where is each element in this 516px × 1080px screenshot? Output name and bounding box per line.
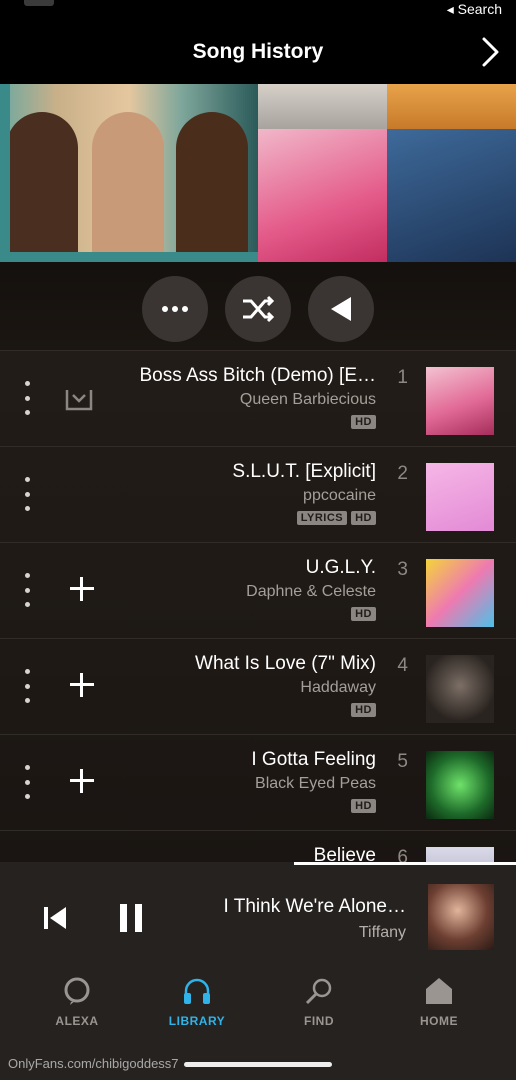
track-artist: Haddaway [300,679,376,696]
album-art-grid [258,84,516,262]
track-title: Believe [313,845,376,862]
artwork-collage [0,84,516,262]
track-number: 4 [397,655,408,676]
track-badges: LYRICS HD [296,511,376,525]
bottom-nav: HOME FIND LIBRARY ALEXA [0,976,516,1056]
shuffle-icon [243,295,275,323]
track-number: 1 [397,367,408,388]
hd-badge: HD [351,511,376,525]
track-title: I Gotta Feeling [251,749,376,770]
track-number: 6 [397,847,408,862]
album-art-tile [387,84,516,129]
track-artist: Queen Barbiecious [239,391,376,408]
list-item[interactable]: 5 I Gotta Feeling Black Eyed Peas HD [0,734,516,830]
list-item[interactable]: 3 U.G.L.Y. Daphne & Celeste HD [0,542,516,638]
lyrics-badge: LYRICS [296,511,348,525]
album-art-tile [387,129,516,262]
alexa-icon [64,977,90,1005]
play-button[interactable] [308,276,374,342]
list-item[interactable]: 1 Boss Ass Bitch (Demo) [E… Queen Barbie… [0,350,516,446]
playback-progress-bar [294,862,516,865]
album-art-tile [258,84,387,129]
track-badges: HD [351,607,376,621]
album-art-large [0,84,258,262]
album-art-tile [258,129,387,262]
track-number: 2 [397,463,408,484]
track-thumbnail [426,463,494,531]
nav-label: ALEXA [55,1014,99,1028]
previous-track-icon[interactable] [42,904,68,932]
add-to-library-button[interactable] [68,671,96,699]
track-menu-button[interactable] [20,381,34,415]
nav-item-library[interactable]: LIBRARY [152,976,242,1056]
now-playing-artist: Tiffany [358,924,406,941]
playback-controls [0,262,516,350]
ellipsis-icon [162,306,188,312]
track-title: U.G.L.Y. [305,557,376,578]
list-item[interactable]: 4 What Is Love (7" Mix) Haddaway HD [0,638,516,734]
add-to-library-button[interactable] [68,575,96,603]
list-item[interactable]: 2 S.L.U.T. [Explicit] ppcocaine LYRICS H… [0,446,516,542]
back-to-search-link[interactable]: ◂ Search [447,1,502,18]
hd-badge: HD [351,415,376,429]
home-icon [426,978,452,1004]
song-list: 1 Boss Ass Bitch (Demo) [E… Queen Barbie… [0,350,516,862]
track-title: S.L.U.T. [Explicit] [232,461,376,482]
nav-item-alexa[interactable]: ALEXA [32,976,122,1056]
nav-item-find[interactable]: FIND [274,976,364,1056]
nav-item-home[interactable]: HOME [394,976,484,1056]
add-to-library-button[interactable] [68,767,96,795]
track-badges: HD [351,415,376,429]
more-options-button[interactable] [142,276,208,342]
track-badges: HD [351,703,376,717]
header: Song History [0,18,516,84]
track-thumbnail [426,847,494,862]
hd-badge: HD [351,703,376,717]
track-number: 5 [397,751,408,772]
play-icon [331,297,351,321]
track-number: 3 [397,559,408,580]
shuffle-button[interactable] [225,276,291,342]
search-icon [305,978,332,1005]
track-thumbnail [426,655,494,723]
track-menu-button[interactable] [20,669,34,703]
track-menu-button[interactable] [20,573,34,607]
watermark: OnlyFans.com/chibigoddess7 [8,1056,179,1071]
hd-badge: HD [351,799,376,813]
now-playing-title: I Think We're Alone… [223,896,406,917]
track-title: Boss Ass Bitch (Demo) [E… [139,365,376,386]
track-artist: ppcocaine [303,487,376,504]
nav-label: LIBRARY [168,1014,226,1028]
status-bar: ◂ Search [0,0,516,18]
track-menu-button[interactable] [20,477,34,511]
track-thumbnail [426,559,494,627]
now-playing-artwork [428,884,494,950]
track-artist: Black Eyed Peas [255,775,376,792]
home-indicator [184,1062,332,1067]
track-artist: Daphne & Celeste [246,583,376,600]
track-badges: HD [351,799,376,813]
nav-label: FIND [304,1014,334,1028]
list-item[interactable]: 6 Believe [0,830,516,862]
mini-player[interactable]: I Think We're Alone… Tiffany [0,862,516,976]
track-thumbnail [426,751,494,819]
track-menu-button[interactable] [20,765,34,799]
status-pill [24,0,54,6]
track-title: What Is Love (7" Mix) [195,653,376,674]
pause-button[interactable] [120,904,144,932]
headphones-icon [184,978,210,1004]
nav-label: HOME [420,1014,458,1028]
hd-badge: HD [351,607,376,621]
page-title: Song History [192,40,324,63]
track-thumbnail [426,367,494,435]
chevron-left-icon[interactable] [478,36,502,68]
download-icon[interactable] [64,387,94,413]
